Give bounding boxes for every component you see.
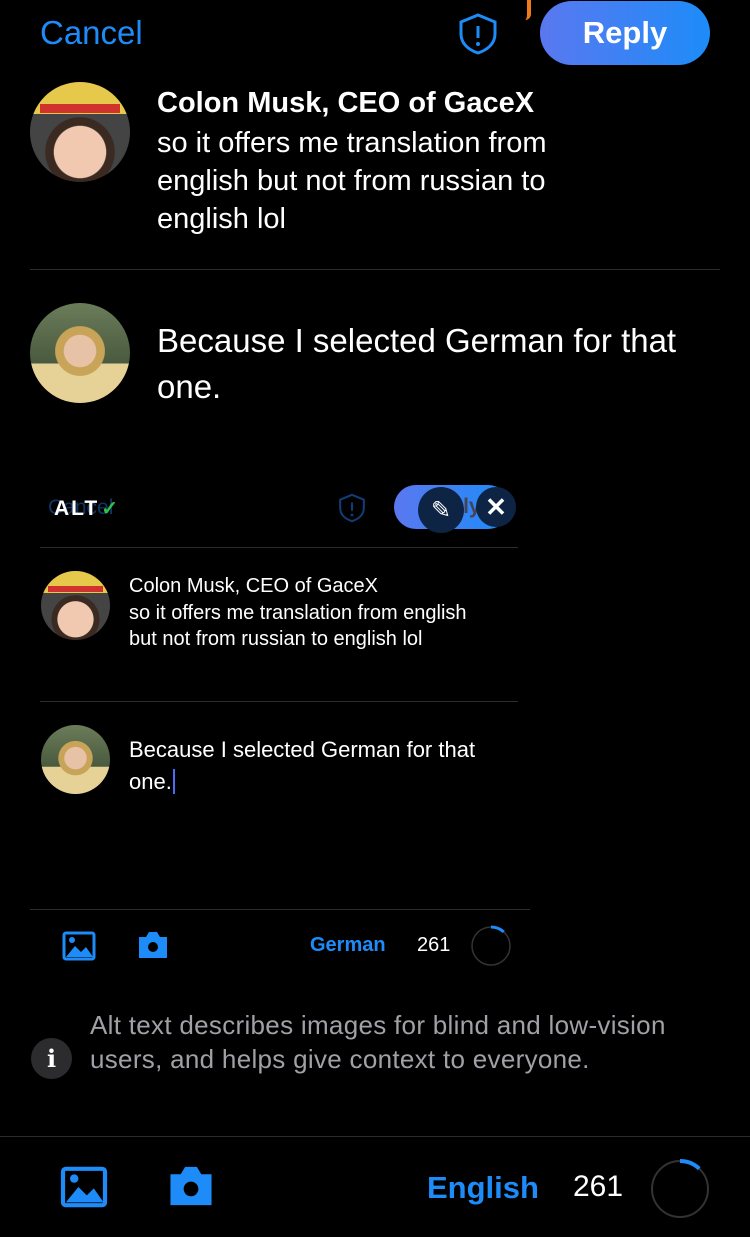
reply-button[interactable]: Reply	[540, 1, 710, 65]
attachment-toolbar: German 261	[30, 915, 530, 975]
avatar	[41, 725, 110, 794]
divider	[0, 1136, 750, 1137]
check-icon: ✓	[101, 498, 121, 520]
camera-icon	[136, 930, 170, 960]
pencil-icon: ✎	[430, 496, 452, 524]
image-icon	[62, 931, 96, 961]
image-picker-button[interactable]	[60, 1166, 108, 1208]
image-attachment[interactable]: Cancel ALT ✓ Reply ✎ ✕ Colon Musk, CEO o…	[30, 470, 530, 910]
alt-badge[interactable]: ALT ✓	[54, 496, 120, 521]
edit-alt-button[interactable]: ✎	[418, 487, 464, 533]
info-icon: i	[31, 1038, 72, 1079]
alt-label: ALT	[54, 496, 100, 520]
quoted-text: so it offers me translation from english…	[157, 127, 547, 235]
reply-text-input[interactable]: Because I selected German for that one.	[157, 318, 687, 410]
avatar	[41, 571, 110, 640]
reply-label: Reply	[582, 15, 668, 50]
divider	[30, 269, 720, 270]
remove-image-button[interactable]: ✕	[476, 487, 516, 527]
shield-exclamation-icon[interactable]	[455, 12, 501, 56]
quoted-author: Colon Musk, CEO of GaceX	[157, 87, 535, 119]
char-progress-ring	[470, 925, 512, 967]
quoted-author: Colon Musk, CEO of GaceX	[129, 575, 378, 597]
alt-text-info: Alt text describes images for blind and …	[90, 1010, 666, 1074]
language-selector[interactable]: English	[427, 1170, 539, 1206]
reply-text: Because I selected German for that one.	[129, 734, 499, 798]
char-count: 261	[573, 1170, 624, 1203]
camera-button[interactable]	[166, 1164, 216, 1208]
language-label: German	[310, 934, 386, 956]
char-count: 261	[417, 934, 451, 956]
cancel-button[interactable]: Cancel	[40, 14, 143, 52]
avatar	[30, 303, 130, 403]
char-progress-ring	[649, 1158, 711, 1220]
reply-text-content: Because I selected German for that one.	[129, 737, 476, 794]
orange-mark	[525, 0, 531, 20]
divider	[40, 547, 518, 548]
divider	[30, 909, 530, 910]
close-icon: ✕	[485, 491, 507, 522]
avatar	[30, 82, 130, 182]
text-cursor	[172, 769, 175, 794]
quoted-text: so it offers me translation from english…	[129, 602, 467, 650]
divider	[40, 701, 518, 702]
faded-shield-icon	[336, 492, 368, 524]
